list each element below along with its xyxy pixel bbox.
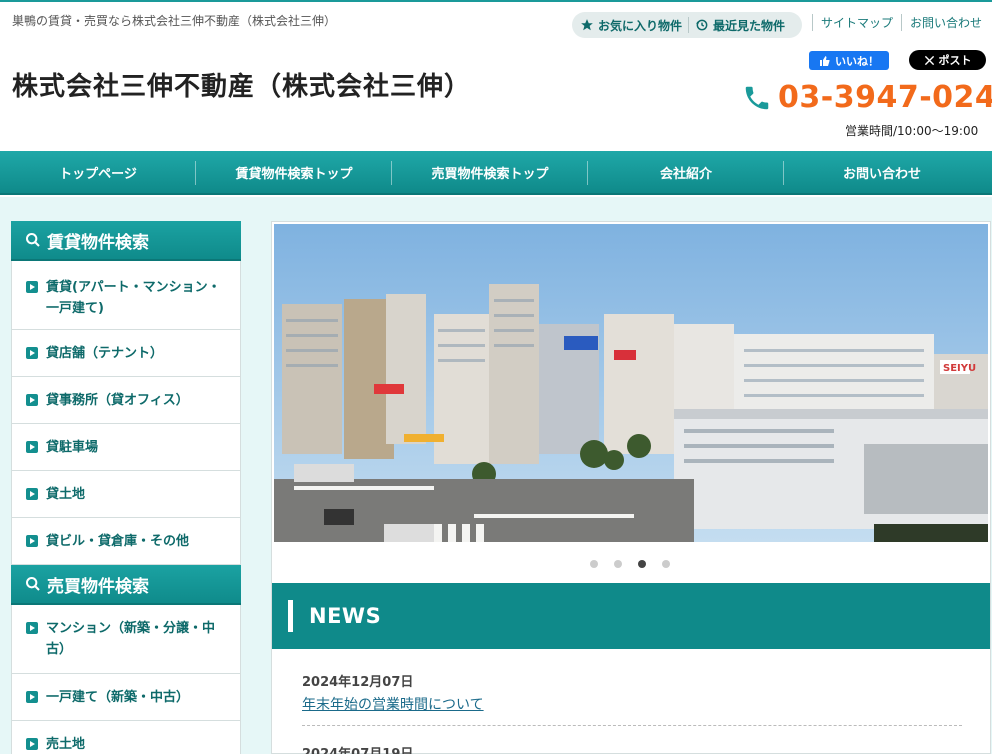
news-link[interactable]: 年末年始の営業時間について — [302, 694, 962, 714]
news-divider — [302, 725, 962, 726]
facebook-like-button[interactable]: いいね！ — [809, 51, 889, 70]
arrow-bullet-icon — [26, 691, 38, 703]
utility-links: サイトマップ お問い合わせ — [812, 14, 990, 31]
news-item: 2024年07月19日 — [302, 743, 962, 754]
sidebar-item-label: 一戸建て（新築・中古） — [46, 690, 190, 705]
news-heading: NEWS — [272, 583, 990, 649]
sidebar-item-rent-land[interactable]: 貸土地 — [11, 471, 241, 518]
sale-search-heading: 売買物件検索 — [11, 565, 241, 605]
history-icon — [696, 19, 708, 31]
news-item: 2024年12月07日 年末年始の営業時間について — [302, 671, 962, 714]
arrow-bullet-icon — [26, 347, 38, 359]
contact-link[interactable]: お問い合わせ — [901, 14, 990, 31]
search-icon — [26, 577, 40, 591]
sidebar-item-sale-house[interactable]: 一戸建て（新築・中古） — [11, 674, 241, 721]
sidebar-item-rent-parking[interactable]: 貸駐車場 — [11, 424, 241, 471]
x-post-button[interactable]: ポスト — [909, 50, 986, 70]
x-logo-icon — [924, 55, 934, 65]
sidebar-item-sale-mansion[interactable]: マンション（新築・分譲・中古） — [11, 605, 241, 674]
slider-dots — [590, 560, 670, 568]
sidebar-item-rent-building[interactable]: 貸ビル・貸倉庫・その他 — [11, 518, 241, 565]
sidebar-item-label: 賃貸(アパート・マンション・一戸建て) — [46, 280, 221, 316]
sitemap-link[interactable]: サイトマップ — [812, 14, 901, 31]
nav-top[interactable]: トップページ — [0, 151, 196, 193]
page: 巣鴨の賃貸・売買なら株式会社三伸不動産（株式会社三伸） 株式会社三伸不動産（株式… — [0, 0, 992, 754]
facebook-like-label: いいね！ — [835, 54, 879, 68]
news-date: 2024年07月19日 — [302, 743, 962, 754]
business-hours: 営業時間/10:00〜19:00 — [845, 124, 979, 138]
sidebar-item-rent-store[interactable]: 貸店舗（テナント） — [11, 330, 241, 377]
cityscape-illustration: SEIYU — [274, 224, 988, 542]
sidebar-item-label: 貸駐車場 — [46, 440, 99, 455]
favorites-link[interactable]: お気に入り物件 — [580, 17, 682, 34]
favorites-label: お気に入り物件 — [598, 18, 683, 33]
sidebar-item-label: 貸土地 — [46, 487, 86, 502]
slider-dot-4[interactable] — [662, 560, 670, 568]
nav-rent-search[interactable]: 賃貸物件検索トップ — [196, 151, 392, 193]
arrow-bullet-icon — [26, 535, 38, 547]
recent-label: 最近見た物件 — [713, 18, 786, 33]
sidebar-item-rent-residential[interactable]: 賃貸(アパート・マンション・一戸建て) — [11, 261, 241, 330]
arrow-bullet-icon — [26, 441, 38, 453]
top-accent-line — [0, 0, 992, 2]
sidebar-item-label: 貸ビル・貸倉庫・その他 — [46, 534, 190, 549]
phone-icon — [745, 86, 769, 109]
star-icon — [581, 19, 593, 31]
arrow-bullet-icon — [26, 622, 38, 634]
site-title[interactable]: 株式会社三伸不動産（株式会社三伸） — [12, 66, 471, 103]
hero-slide-image[interactable]: SEIYU — [274, 224, 988, 542]
pill-divider — [688, 17, 690, 33]
slider-dot-3[interactable] — [638, 560, 646, 568]
building-sign: SEIYU — [943, 363, 976, 374]
sidebar-item-rent-office[interactable]: 貸事務所（貸オフィス） — [11, 377, 241, 424]
sidebar-item-sale-land[interactable]: 売土地 — [11, 721, 241, 754]
slider-dot-1[interactable] — [590, 560, 598, 568]
main-content: SEIYU NEWS 2024年12月07日 年末年始の営業時間について — [271, 221, 991, 754]
arrow-bullet-icon — [26, 281, 38, 293]
thumbs-up-icon — [820, 55, 830, 66]
news-date: 2024年12月07日 — [302, 675, 414, 690]
nav-company[interactable]: 会社紹介 — [588, 151, 784, 193]
arrow-bullet-icon — [26, 394, 38, 406]
phone-block[interactable]: 03-3947-0241 — [742, 80, 992, 115]
slider-dot-2[interactable] — [614, 560, 622, 568]
x-post-label: ポスト — [938, 54, 972, 67]
arrow-bullet-icon — [26, 738, 38, 750]
nav-contact[interactable]: お問い合わせ — [784, 151, 980, 193]
sidebar-item-label: マンション（新築・分譲・中古） — [46, 621, 216, 657]
recent-link[interactable]: 最近見た物件 — [695, 17, 785, 34]
news-heading-bar — [288, 600, 293, 632]
arrow-bullet-icon — [26, 488, 38, 500]
site-tagline: 巣鴨の賃貸・売買なら株式会社三伸不動産（株式会社三伸） — [12, 14, 337, 28]
sidebar-item-label: 貸店舗（テナント） — [46, 346, 164, 361]
phone-number: 03-3947-0241 — [778, 80, 992, 115]
utility-pill: お気に入り物件 最近見た物件 — [572, 12, 802, 38]
rent-search-heading: 賃貸物件検索 — [11, 221, 241, 261]
sidebar: 賃貸物件検索 賃貸(アパート・マンション・一戸建て) 貸店舗（テナント） 貸事務… — [11, 221, 241, 754]
sale-search-title: 売買物件検索 — [47, 576, 149, 597]
global-nav: トップページ 賃貸物件検索トップ 売買物件検索トップ 会社紹介 お問い合わせ — [0, 151, 992, 195]
sidebar-item-label: 貸事務所（貸オフィス） — [46, 393, 189, 408]
sidebar-item-label: 売土地 — [46, 737, 86, 752]
search-icon — [26, 233, 40, 247]
news-title: NEWS — [309, 604, 382, 628]
nav-sale-search[interactable]: 売買物件検索トップ — [392, 151, 588, 193]
rent-search-title: 賃貸物件検索 — [47, 232, 149, 253]
